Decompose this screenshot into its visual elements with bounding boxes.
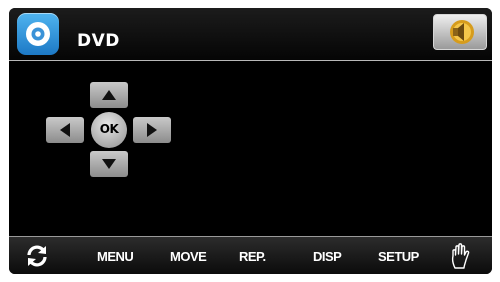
page-title: DVD bbox=[77, 31, 120, 51]
menu-button[interactable]: MENU bbox=[97, 249, 134, 264]
ok-label: OK bbox=[99, 122, 119, 136]
left-button[interactable] bbox=[46, 117, 84, 143]
sound-button[interactable] bbox=[433, 14, 487, 50]
move-button[interactable]: MOVE bbox=[170, 249, 207, 264]
speaker-icon bbox=[450, 20, 474, 44]
setup-button[interactable]: SETUP bbox=[378, 249, 419, 264]
header-bar: DVD bbox=[9, 8, 492, 61]
repeat-button[interactable]: REP. bbox=[239, 249, 266, 264]
hand-icon[interactable] bbox=[448, 242, 474, 270]
display-button[interactable]: DISP bbox=[313, 249, 342, 264]
down-button[interactable] bbox=[90, 151, 128, 177]
ok-button[interactable]: OK bbox=[91, 112, 127, 148]
refresh-icon[interactable] bbox=[25, 244, 49, 268]
arrow-up-icon bbox=[102, 90, 116, 100]
right-button[interactable] bbox=[133, 117, 171, 143]
arrow-left-icon bbox=[60, 123, 70, 137]
footer-bar: MENU MOVE REP. DISP SETUP bbox=[9, 236, 492, 274]
disc-icon[interactable] bbox=[17, 13, 59, 55]
arrow-right-icon bbox=[147, 123, 157, 137]
up-button[interactable] bbox=[90, 82, 128, 108]
dvd-screen: DVD OK MENU MOVE REP. DISP SETUP bbox=[9, 8, 492, 274]
arrow-down-icon bbox=[102, 159, 116, 169]
